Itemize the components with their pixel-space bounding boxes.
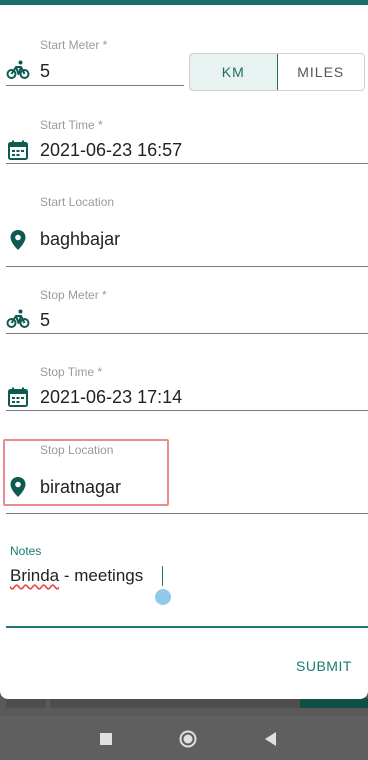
start-location-field[interactable]: Start Location baghbajar	[6, 190, 368, 270]
bicycle-icon	[6, 307, 30, 331]
stop-location-highlight-box	[3, 439, 169, 506]
recent-apps-icon[interactable]	[97, 730, 115, 748]
misspelled-word: Brinda	[10, 566, 60, 585]
notes-input[interactable]: Brinda - meetings	[10, 566, 143, 586]
back-icon[interactable]	[262, 730, 280, 748]
bicycle-icon	[6, 58, 30, 82]
stop-time-value[interactable]: 2021-06-23 17:14	[40, 387, 182, 408]
stop-time-label: Stop Time *	[40, 365, 103, 379]
stop-meter-underline	[6, 333, 368, 334]
start-time-field[interactable]: Start Time * 2021-06-23 16:57	[6, 113, 368, 167]
stop-meter-value[interactable]: 5	[40, 310, 50, 331]
trip-form-dialog: Start Meter * 5 KM MILES Start Time * 20…	[0, 0, 368, 699]
stop-location-underline	[6, 513, 368, 514]
start-location-value[interactable]: baghbajar	[40, 229, 120, 250]
background-button	[300, 698, 368, 708]
text-cursor-handle[interactable]	[155, 589, 171, 605]
system-navigation-bar	[0, 716, 368, 760]
dialog-top-bar	[0, 0, 368, 5]
km-button[interactable]: KM	[190, 54, 278, 90]
start-location-label: Start Location	[40, 195, 115, 209]
notes-text: - meetings	[59, 566, 144, 585]
start-meter-field[interactable]: Start Meter * 5	[6, 34, 184, 88]
start-meter-label: Start Meter *	[40, 38, 108, 52]
start-time-label: Start Time *	[40, 118, 103, 132]
stop-meter-label: Stop Meter *	[40, 288, 107, 302]
miles-button[interactable]: MILES	[278, 54, 365, 90]
stop-time-field[interactable]: Stop Time * 2021-06-23 17:14	[6, 360, 368, 414]
calendar-icon	[6, 138, 30, 162]
text-caret	[162, 566, 163, 586]
start-meter-underline	[6, 85, 184, 86]
notes-label: Notes	[10, 544, 42, 558]
stop-time-underline	[6, 410, 368, 411]
start-meter-value[interactable]: 5	[40, 61, 50, 82]
home-icon[interactable]	[179, 730, 197, 748]
notes-underline	[6, 626, 368, 628]
start-time-value[interactable]: 2021-06-23 16:57	[40, 140, 182, 161]
distance-unit-toggle[interactable]: KM MILES	[189, 53, 365, 91]
stop-meter-field[interactable]: Stop Meter * 5	[6, 283, 368, 337]
start-location-underline	[6, 266, 368, 267]
location-pin-icon	[6, 228, 30, 252]
submit-button[interactable]: SUBMIT	[296, 658, 352, 674]
calendar-icon	[6, 385, 30, 409]
start-time-underline	[6, 163, 368, 164]
